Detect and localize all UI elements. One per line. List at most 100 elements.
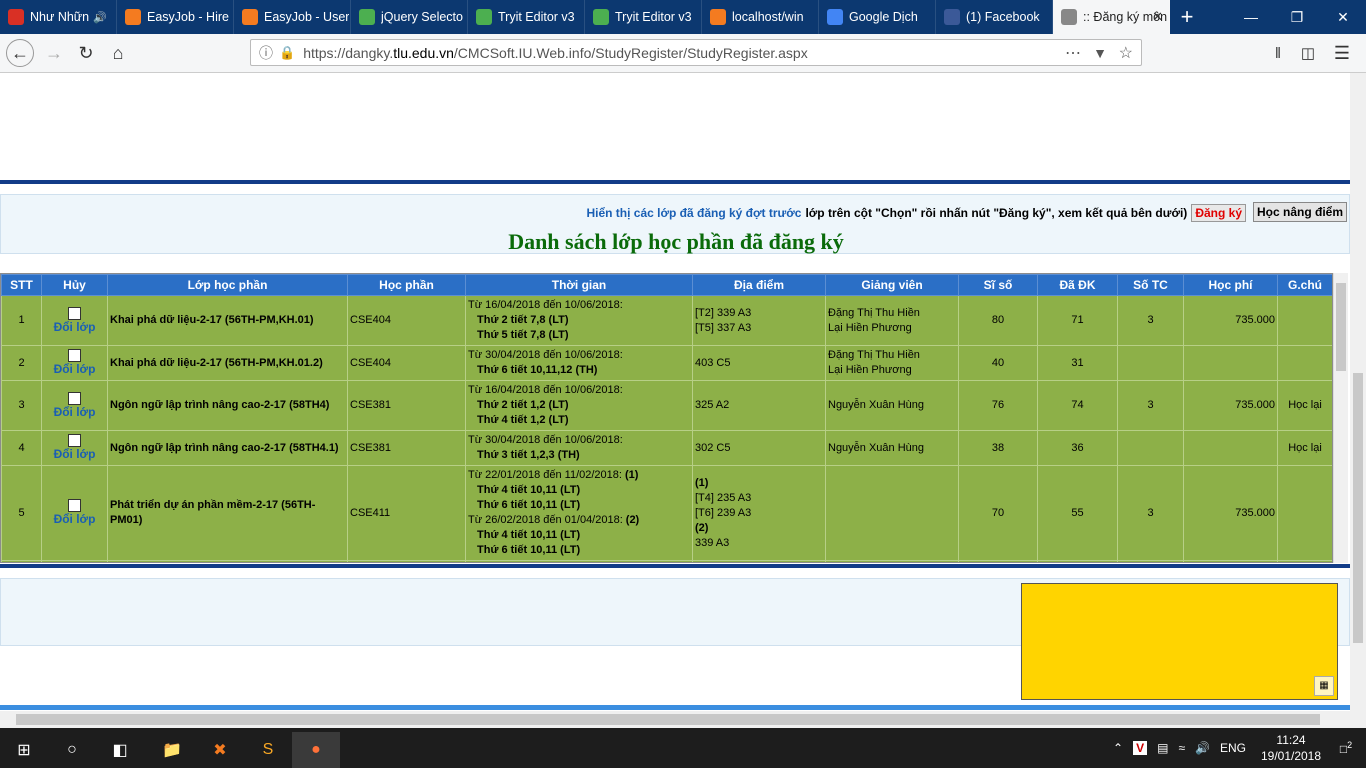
volume-icon[interactable]: 🔊 (1195, 741, 1210, 755)
clock[interactable]: 11:24 19/01/2018 (1256, 732, 1326, 764)
browser-tab[interactable]: localhost/win (702, 0, 819, 34)
browser-tab[interactable]: Tryit Editor v3 (468, 0, 585, 34)
url-path: /CMCSoft.IU.Web.info/StudyRegister/Study… (453, 44, 808, 61)
change-class-link[interactable]: Đổi lớp (44, 320, 105, 335)
time-slot: Thứ 6 tiết 10,11 (LT) (477, 499, 581, 511)
fee-cell: 735.000 (1183, 465, 1278, 561)
course-code-cell: CSE404 (347, 295, 466, 346)
wifi-icon[interactable]: ≈ (1178, 741, 1185, 755)
class-name-cell: Ngôn ngữ lập trình nâng cao-2-17 (58TH4) (107, 380, 348, 431)
stt-cell: 1 (1, 295, 42, 346)
browser-tab[interactable]: jQuery Selecto (351, 0, 468, 34)
browser-tab[interactable]: Tryit Editor v3 (585, 0, 702, 34)
bookmark-star-icon[interactable]: ☆ (1119, 43, 1133, 63)
pocket-icon[interactable]: ▼ (1093, 45, 1107, 61)
cancel-checkbox[interactable] (68, 499, 81, 512)
search-icon[interactable]: ○ (48, 732, 96, 768)
class-name-cell: Phát triển dự án phần mềm-2-17 (56TH-PM0… (107, 465, 348, 561)
time-cell: Từ 05/02/2018 đến 11/02/2018:(1)Thứ 2 ti… (465, 560, 693, 562)
library-icon[interactable]: ‖ (1264, 39, 1292, 67)
tab-label: Tryit Editor v3 (615, 10, 692, 24)
time-slot: Thứ 6 tiết 10,11,12 (TH) (477, 364, 598, 376)
new-tab-icon[interactable]: + (1170, 0, 1204, 34)
tab-label: Tryit Editor v3 (498, 10, 575, 24)
back-arrow-icon[interactable]: ← (6, 39, 34, 67)
windows-taskbar: ⊞ ○ ◧ 📁 ✖ S ● ⌃ V ▤ ≈ 🔊 ENG 11:24 19/01/… (0, 728, 1366, 768)
note-cell: Học lại (1277, 380, 1332, 431)
close-tab-icon[interactable]: ✕ (1152, 9, 1163, 25)
stt-cell: 2 (1, 345, 42, 381)
time-cell: Từ 30/04/2018 đến 10/06/2018: Thứ 6 tiết … (465, 345, 693, 381)
chrome-icon (8, 9, 24, 25)
more-dots-icon[interactable]: ⋯ (1065, 43, 1081, 63)
credits-cell (1117, 345, 1184, 381)
horizontal-scrollbar[interactable] (0, 711, 1366, 728)
teacher-name: Đặng Thị Thu Hiền (828, 306, 920, 319)
cancel-checkbox[interactable] (68, 391, 81, 405)
column-header: Sĩ số (958, 274, 1038, 296)
stt-cell: 5 (1, 465, 42, 561)
network-icon[interactable]: ▤ (1157, 741, 1168, 755)
registered-count-cell: 74 (1037, 380, 1118, 431)
firefox-icon[interactable]: ● (292, 732, 340, 768)
change-class-link[interactable]: Đổi lớp (44, 362, 105, 377)
time-range-text: Từ 30/04/2018 đến 10/06/2018: (468, 434, 623, 446)
place-item: 325 A2 (695, 399, 730, 411)
windows-start-icon[interactable]: ⊞ (0, 732, 48, 768)
notification-icon[interactable]: □2 (1326, 740, 1366, 756)
chevron-up-icon[interactable]: ⌃ (1113, 741, 1123, 755)
resize-icon[interactable]: ▦ (1314, 676, 1334, 696)
scroll-thumb[interactable] (1336, 283, 1346, 371)
reload-icon[interactable]: ↻ (72, 39, 100, 67)
place-item: [T4] 235 A3 (695, 491, 752, 504)
improve-grade-button[interactable]: Học nâng điểm (1252, 202, 1347, 222)
task-view-icon[interactable]: ◧ (96, 732, 144, 768)
cancel-checkbox[interactable] (68, 306, 81, 320)
xampp-icon[interactable]: ✖ (196, 732, 244, 768)
browser-tab[interactable]: EasyJob - Hire (117, 0, 234, 34)
cancel-cell: Đổi lớp (41, 345, 108, 381)
scroll-thumb[interactable] (1353, 373, 1363, 643)
home-icon[interactable]: ⌂ (104, 39, 132, 67)
file-explorer-icon[interactable]: 📁 (148, 732, 196, 768)
tab-label: localhost/win (732, 10, 804, 24)
browser-tab[interactable]: Google Dịch (819, 0, 936, 34)
browser-tab[interactable]: Như Nhữn 🔊 (0, 0, 117, 34)
speaker-icon[interactable]: 🔊 (93, 11, 107, 24)
tab-label: EasyJob - User (264, 10, 350, 24)
teacher-cell: Đặng Thị Thu Hiền Lại Hiền Phương (825, 295, 959, 346)
forward-arrow-icon[interactable]: → (40, 39, 68, 67)
divider (0, 705, 1350, 710)
language-indicator[interactable]: ENG (1220, 741, 1246, 755)
register-button[interactable]: Đăng ký (1191, 204, 1246, 222)
time-range-text: Từ 22/01/2018 đến 11/02/2018: (468, 469, 622, 481)
info-icon[interactable]: ⓘ (259, 43, 273, 63)
cancel-cell: Đổi lớp (41, 430, 108, 466)
browser-tab[interactable]: EasyJob - User (234, 0, 351, 34)
cancel-checkbox[interactable] (68, 434, 81, 447)
cancel-checkbox[interactable] (68, 349, 81, 362)
maximize-icon[interactable]: ❐ (1274, 0, 1320, 34)
browser-tab[interactable]: :: Đăng ký môn ✕ (1053, 0, 1170, 34)
course-code-cell: CSE411 (347, 465, 466, 561)
previous-registrations-link[interactable]: Hiển thị các lớp đã đăng ký đợt trước (586, 206, 801, 220)
menu-icon[interactable]: ☰ (1328, 39, 1356, 67)
time-range-text: Từ 30/04/2018 đến 10/06/2018: (468, 349, 623, 361)
url-bar[interactable]: ⓘ 🔒 https://dangky. tlu.edu.vn/CMCSoft.IU… (250, 39, 1142, 66)
time-range: Từ 22/01/2018 đến 11/02/2018: (1) (468, 468, 690, 483)
sidebar-icon[interactable]: ◫ (1294, 39, 1322, 67)
page-content: Hiển thị các lớp đã đăng ký đợt trước lớ… (0, 73, 1350, 706)
xampp-icon (125, 9, 141, 25)
table-scrollbar[interactable] (1333, 273, 1348, 563)
change-class-link[interactable]: Đổi lớp (44, 512, 105, 527)
page-scrollbar[interactable] (1350, 73, 1366, 713)
minimize-icon[interactable]: — (1228, 0, 1274, 34)
sublime-text-icon[interactable]: S (244, 732, 292, 768)
scroll-thumb[interactable] (16, 714, 1320, 725)
browser-tab[interactable]: (1) Facebook (936, 0, 1053, 34)
place-item: 403 C5 (695, 356, 731, 369)
close-window-icon[interactable]: ✕ (1320, 0, 1366, 34)
antivirus-icon[interactable]: V (1133, 741, 1148, 755)
change-class-link[interactable]: Đổi lớp (44, 405, 105, 420)
change-class-link[interactable]: Đổi lớp (44, 447, 105, 462)
